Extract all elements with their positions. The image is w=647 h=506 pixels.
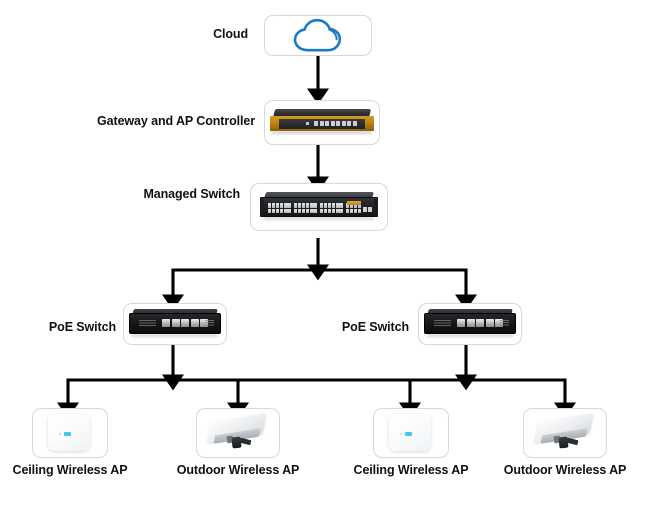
poe-switch-right-label: PoE Switch: [341, 320, 409, 334]
cloud-icon: [293, 18, 342, 51]
outdoor-ap-icon: [534, 412, 596, 454]
managed-switch-label: Managed Switch: [143, 187, 240, 201]
cloud-label: Cloud: [213, 27, 248, 41]
poe-switch-icon: [424, 309, 516, 339]
cloud-icon-wrapper: [265, 16, 371, 55]
ceiling-ap-icon: [389, 413, 433, 453]
ap-4-node-card[interactable]: [523, 408, 607, 458]
managed-switch-node-card[interactable]: [250, 183, 388, 231]
gateway-node-card[interactable]: [264, 100, 380, 145]
ap-3-icon-wrapper: [374, 409, 448, 457]
cloud-node-card[interactable]: [264, 15, 372, 56]
network-topology-diagram: Cloud Gateway and AP Controller Managed …: [0, 0, 647, 506]
ap-2-node-card[interactable]: [196, 408, 280, 458]
gateway-appliance-icon: [270, 109, 374, 136]
ap-3-label: Ceiling Wireless AP: [353, 463, 469, 477]
ap-4-label: Outdoor Wireless AP: [503, 463, 627, 477]
poe-switch-left-icon-wrapper: [124, 304, 226, 344]
poe-switch-right-node-card[interactable]: [418, 303, 522, 345]
poe-switch-right-icon-wrapper: [419, 304, 521, 344]
ap-1-node-card[interactable]: [32, 408, 108, 458]
rack-switch-icon: [260, 192, 378, 222]
managed-switch-icon-wrapper: [251, 184, 387, 230]
gateway-label: Gateway and AP Controller: [97, 114, 255, 128]
ceiling-ap-icon: [48, 413, 92, 453]
ap-1-label: Ceiling Wireless AP: [12, 463, 128, 477]
outdoor-ap-icon: [207, 412, 269, 454]
ap-3-node-card[interactable]: [373, 408, 449, 458]
poe-switch-icon: [129, 309, 221, 339]
gateway-icon-wrapper: [265, 101, 379, 144]
ap-1-icon-wrapper: [33, 409, 107, 457]
poe-switch-left-node-card[interactable]: [123, 303, 227, 345]
ap-2-label: Outdoor Wireless AP: [176, 463, 300, 477]
ap-4-icon-wrapper: [524, 409, 606, 457]
poe-switch-left-label: PoE Switch: [48, 320, 116, 334]
ap-2-icon-wrapper: [197, 409, 279, 457]
